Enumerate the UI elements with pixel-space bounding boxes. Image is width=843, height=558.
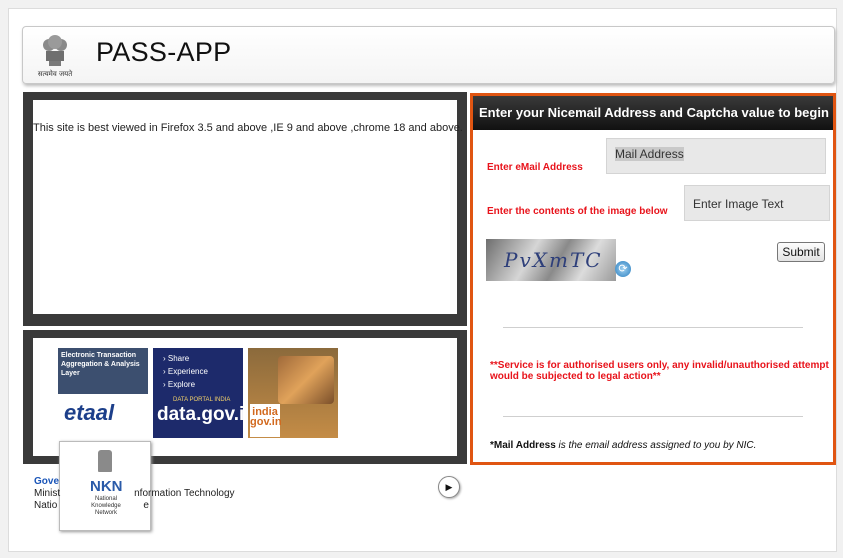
image-text-label: Enter the contents of the image below xyxy=(487,206,668,217)
datagov-menu-share: › Share xyxy=(163,354,190,363)
email-field[interactable]: Mail Address xyxy=(606,138,826,174)
footer-gov-link[interactable]: Gove xyxy=(34,476,235,488)
submit-button[interactable]: Submit xyxy=(777,242,825,262)
footer-line3a: Natio xyxy=(34,500,58,511)
captcha-input[interactable]: Enter Image Text xyxy=(684,185,830,221)
indiagov-banner[interactable]: india gov.in xyxy=(248,348,338,438)
footer-line2b: nformation Technology xyxy=(134,488,235,499)
mail-address-note: *Mail Address is the email address assig… xyxy=(490,440,756,451)
next-arrow-icon[interactable]: ▶ xyxy=(438,476,460,498)
email-label: Enter eMail Address xyxy=(487,162,583,173)
datagov-menu-experience: › Experience xyxy=(163,367,208,376)
browser-notice: This site is best viewed in Firefox 3.5 … xyxy=(33,122,463,134)
legal-warning: **Service is for authorised users only, … xyxy=(490,360,829,382)
etaal-banner[interactable]: Electronic Transaction Aggregation & Ana… xyxy=(58,348,148,438)
national-emblem-icon: सत्यमेव जयते xyxy=(31,31,79,79)
refresh-captcha-icon[interactable]: ⟳ xyxy=(615,261,631,277)
captcha-image: PvⅩmTC xyxy=(486,239,616,281)
email-placeholder: Mail Address xyxy=(615,147,684,161)
login-panel: Enter your Nicemail Address and Captcha … xyxy=(470,93,836,465)
etaal-heading: Electronic Transaction Aggregation & Ana… xyxy=(58,348,148,394)
footer-line2a: Minist xyxy=(34,488,61,499)
datagov-menu-explore: › Explore xyxy=(163,380,196,389)
login-panel-title: Enter your Nicemail Address and Captcha … xyxy=(473,96,833,130)
divider xyxy=(503,416,803,417)
note-bold: *Mail Address xyxy=(490,440,556,451)
indiagov-logo: india gov.in xyxy=(250,404,282,437)
footer-text: Gove Minist nformation Technology Natio e xyxy=(34,476,235,512)
app-header: सत्यमेव जयते PASS-APP xyxy=(22,26,835,84)
emblem-icon xyxy=(98,450,112,472)
etaal-logo: etaal xyxy=(64,400,115,425)
divider xyxy=(503,327,803,328)
info-panel: This site is best viewed in Firefox 3.5 … xyxy=(23,92,467,326)
people-photo xyxy=(278,356,334,404)
emblem-motto: सत्यमेव जयते xyxy=(37,70,73,78)
datagov-portal-label: DATA PORTAL INDIA xyxy=(173,397,231,403)
app-title: PASS-APP xyxy=(96,37,232,67)
datagov-logo: data.gov.in xyxy=(157,404,243,425)
footer-line3b: e xyxy=(143,500,149,511)
note-italic: is the email address assigned to you by … xyxy=(555,440,757,451)
datagov-banner[interactable]: › Share › Experience › Explore DATA PORT… xyxy=(153,348,243,438)
